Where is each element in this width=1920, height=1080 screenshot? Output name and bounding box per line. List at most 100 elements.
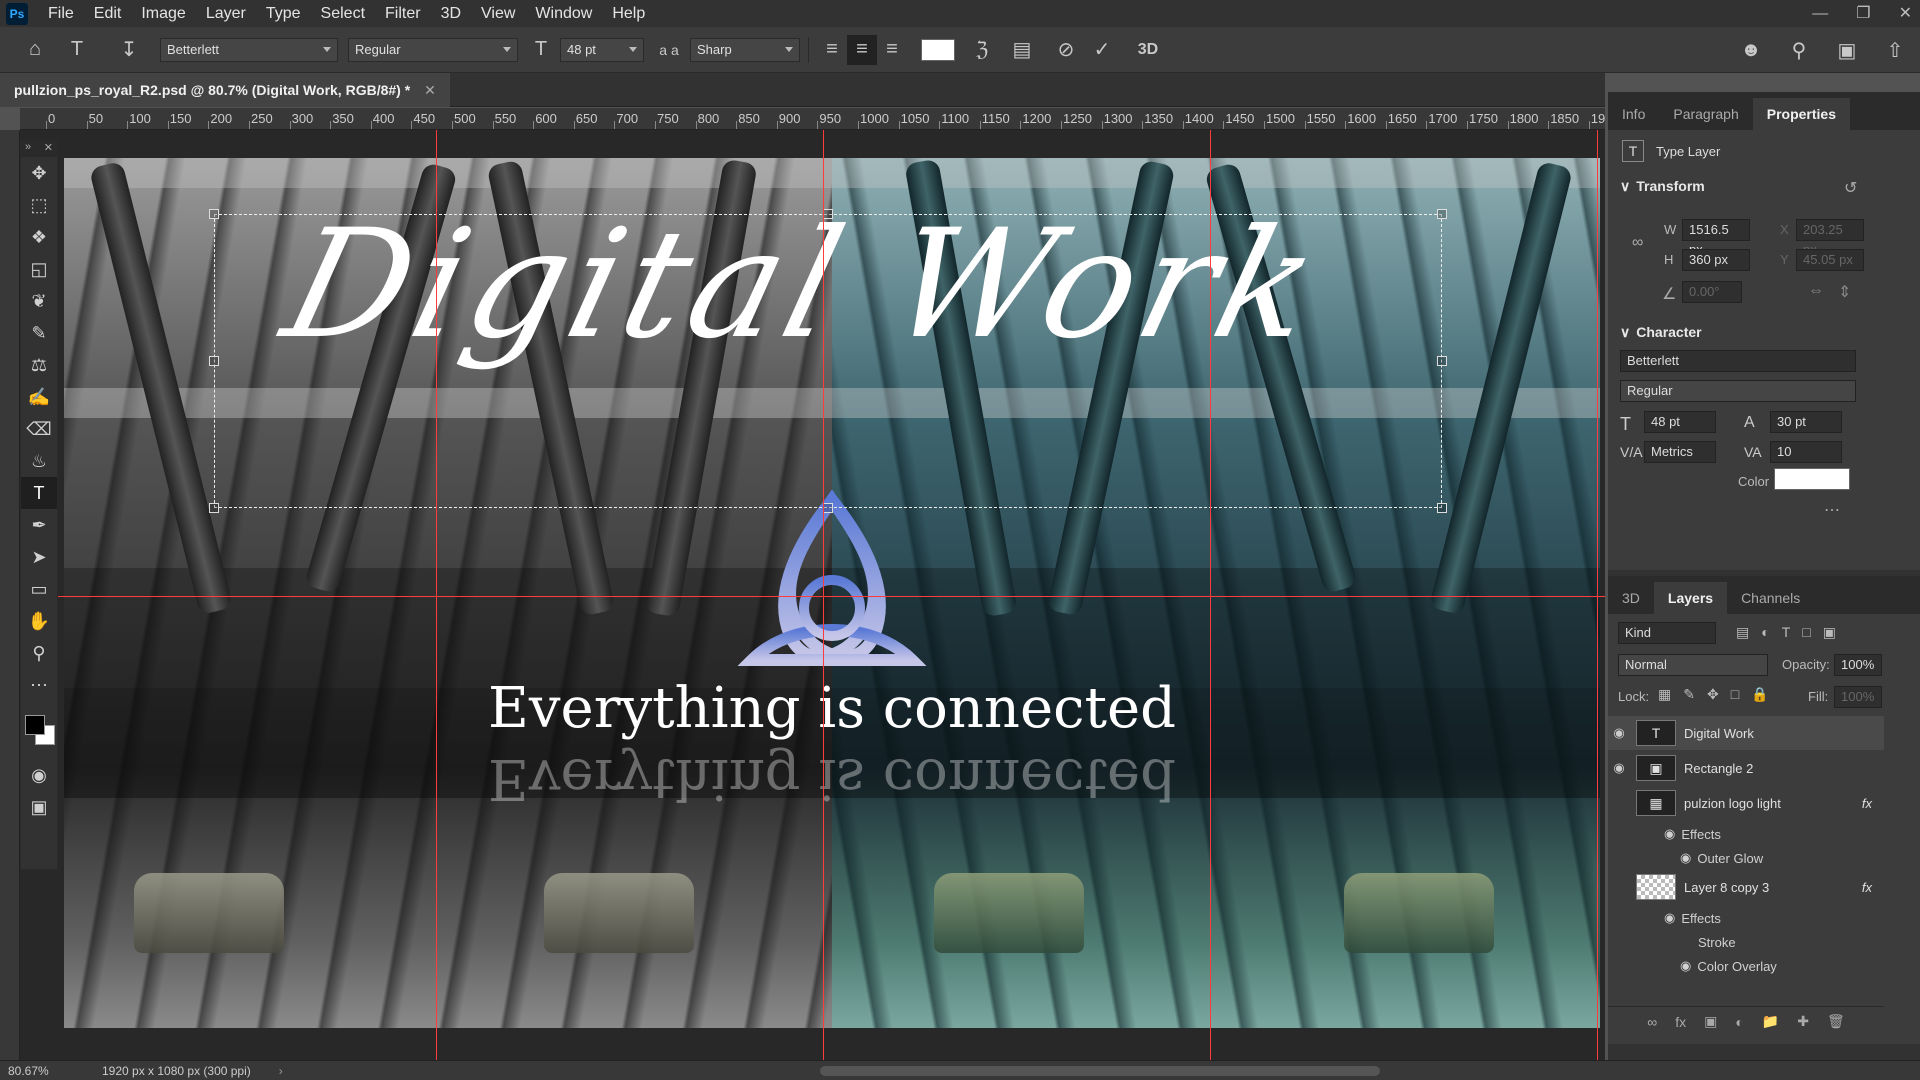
- rectangle-tool-icon[interactable]: ▭: [21, 573, 57, 605]
- canvas-area[interactable]: Digital Work Everything is connected Eve…: [20, 130, 1605, 1060]
- effect-color-overlay[interactable]: ◉ Color Overlay: [1680, 954, 1777, 978]
- character-color-swatch[interactable]: [1774, 468, 1850, 490]
- angle-field[interactable]: 0.00°: [1682, 281, 1742, 303]
- more-options-icon[interactable]: ⋯: [1824, 500, 1840, 520]
- leading-field[interactable]: 30 pt: [1770, 411, 1842, 433]
- collapse-icon[interactable]: »: [25, 141, 31, 157]
- path-selection-tool-icon[interactable]: ➤: [21, 541, 57, 573]
- width-field[interactable]: 1516.5 px: [1682, 219, 1750, 257]
- horizontal-ruler[interactable]: 0 50 100 150 200 250 300 350 400 450 500 550 600 650 7…: [20, 108, 1605, 130]
- effect-stroke[interactable]: Stroke: [1698, 930, 1736, 954]
- fx-icon[interactable]: fx: [1862, 796, 1872, 811]
- close-icon[interactable]: ✕: [1899, 0, 1912, 27]
- tab-properties[interactable]: Properties: [1752, 98, 1850, 130]
- tracking-field[interactable]: 10: [1770, 441, 1842, 463]
- toggle-text-orientation-icon[interactable]: ↧: [114, 35, 144, 65]
- paint-bucket-tool-icon[interactable]: ♨: [21, 445, 57, 477]
- guide-line[interactable]: [1210, 130, 1211, 1060]
- character-font-select[interactable]: Betterlett: [1620, 350, 1856, 372]
- marquee-tool-icon[interactable]: ⬚: [21, 189, 57, 221]
- antialias-select[interactable]: Sharp: [690, 37, 800, 62]
- history-brush-tool-icon[interactable]: ✍: [21, 381, 57, 413]
- effects-row[interactable]: ◉ Effects: [1664, 822, 1721, 846]
- type-tool-preset-icon[interactable]: T: [62, 35, 92, 65]
- lock-transparency-icon[interactable]: ▦: [1658, 686, 1671, 703]
- chevron-right-icon[interactable]: ›: [279, 1064, 283, 1078]
- eye-icon[interactable]: ◉: [1680, 850, 1691, 866]
- visibility-eye-icon[interactable]: ◉: [1608, 760, 1630, 776]
- font-size-select[interactable]: 48 pt: [560, 37, 644, 62]
- opacity-field[interactable]: 100%: [1834, 654, 1882, 676]
- effects-row[interactable]: ◉ Effects: [1664, 906, 1721, 930]
- more-tools-icon[interactable]: ⋯: [21, 669, 57, 701]
- reset-transform-icon[interactable]: ↺: [1844, 178, 1857, 198]
- menu-select[interactable]: Select: [311, 0, 375, 27]
- transform-handle[interactable]: [823, 503, 833, 513]
- new-group-icon[interactable]: 📁: [1762, 1013, 1779, 1030]
- brush-tool-icon[interactable]: ✎: [21, 317, 57, 349]
- vertical-ruler[interactable]: [0, 130, 20, 1060]
- visibility-eye-icon[interactable]: ◉: [1608, 725, 1630, 741]
- layer-row-rectangle-2[interactable]: ◉ ▣ Rectangle 2: [1608, 751, 1884, 785]
- lock-all-icon[interactable]: 🔒: [1751, 686, 1768, 703]
- workspace-icon[interactable]: ▣: [1832, 35, 1862, 65]
- character-size-field[interactable]: 48 pt: [1644, 411, 1716, 433]
- stamp-tool-icon[interactable]: ⚖: [21, 349, 57, 381]
- transform-handle[interactable]: [209, 209, 219, 219]
- warp-text-icon[interactable]: ℨ: [967, 35, 997, 65]
- font-family-select[interactable]: Betterlett: [160, 37, 338, 62]
- flip-vertical-icon[interactable]: ⇕: [1838, 282, 1851, 302]
- height-field[interactable]: 360 px: [1682, 249, 1750, 271]
- menu-3d[interactable]: 3D: [431, 0, 471, 27]
- link-layers-icon[interactable]: ∞: [1647, 1014, 1657, 1030]
- screen-mode-icon[interactable]: ▣: [21, 791, 57, 823]
- pen-tool-icon[interactable]: ✒: [21, 509, 57, 541]
- menu-type[interactable]: Type: [256, 0, 311, 27]
- character-style-select[interactable]: Regular: [1620, 380, 1856, 402]
- x-field[interactable]: 203.25 px: [1796, 219, 1864, 257]
- document-tab[interactable]: pullzion_ps_royal_R2.psd @ 80.7% (Digita…: [0, 73, 450, 107]
- tab-channels[interactable]: Channels: [1727, 582, 1814, 614]
- search-icon[interactable]: ⚲: [1784, 35, 1814, 65]
- object-selection-tool-icon[interactable]: ◱: [21, 253, 57, 285]
- guide-line[interactable]: [20, 596, 1605, 597]
- layer-row-layer-8-copy-3[interactable]: Layer 8 copy 3 fx: [1608, 870, 1884, 904]
- menu-file[interactable]: File: [38, 0, 84, 27]
- move-tool-icon[interactable]: ✥: [21, 157, 57, 189]
- tab-paragraph[interactable]: Paragraph: [1659, 98, 1752, 130]
- filter-pixel-icon[interactable]: ▤: [1736, 624, 1749, 641]
- fill-field[interactable]: 100%: [1834, 686, 1882, 708]
- blend-mode-select[interactable]: Normal: [1618, 654, 1768, 676]
- text-color-swatch[interactable]: [921, 38, 955, 61]
- transform-handle[interactable]: [209, 356, 219, 366]
- filter-adjustment-icon[interactable]: ◐: [1761, 624, 1769, 641]
- restore-icon[interactable]: ❐: [1856, 0, 1870, 27]
- foreground-color[interactable]: [25, 715, 45, 735]
- menu-help[interactable]: Help: [602, 0, 655, 27]
- quick-mask-icon[interactable]: ◉: [21, 759, 57, 791]
- align-center-icon[interactable]: ≡: [847, 34, 877, 65]
- flip-horizontal-icon[interactable]: ⇔: [1808, 282, 1824, 300]
- zoom-tool-icon[interactable]: ⚲: [21, 637, 57, 669]
- delete-layer-icon[interactable]: 🗑: [1827, 1013, 1845, 1030]
- lasso-tool-icon[interactable]: ❖: [21, 221, 57, 253]
- guide-line[interactable]: [823, 130, 824, 1060]
- new-layer-icon[interactable]: ✚: [1797, 1013, 1809, 1030]
- transform-handle[interactable]: [209, 503, 219, 513]
- y-field[interactable]: 45.05 px: [1796, 249, 1864, 271]
- transform-bounding-box[interactable]: [214, 214, 1442, 508]
- eye-icon[interactable]: ◉: [1664, 826, 1675, 842]
- character-section-header[interactable]: ∨ Character: [1608, 318, 1702, 346]
- tab-3d[interactable]: 3D: [1608, 582, 1654, 614]
- layer-row-pulzion-logo[interactable]: ▦ pulzion logo light fx: [1608, 786, 1884, 820]
- eye-icon[interactable]: ◉: [1680, 958, 1691, 974]
- menu-layer[interactable]: Layer: [196, 0, 256, 27]
- type-tool-icon[interactable]: T: [21, 477, 57, 509]
- filter-smart-icon[interactable]: ▣: [1823, 624, 1836, 641]
- eye-icon[interactable]: ◉: [1664, 910, 1675, 926]
- menu-view[interactable]: View: [471, 0, 525, 27]
- cancel-edits-icon[interactable]: ⊘: [1051, 35, 1081, 65]
- transform-handle[interactable]: [1437, 503, 1447, 513]
- lock-artboard-icon[interactable]: □: [1731, 686, 1739, 703]
- share-user-icon[interactable]: ☻: [1736, 35, 1766, 65]
